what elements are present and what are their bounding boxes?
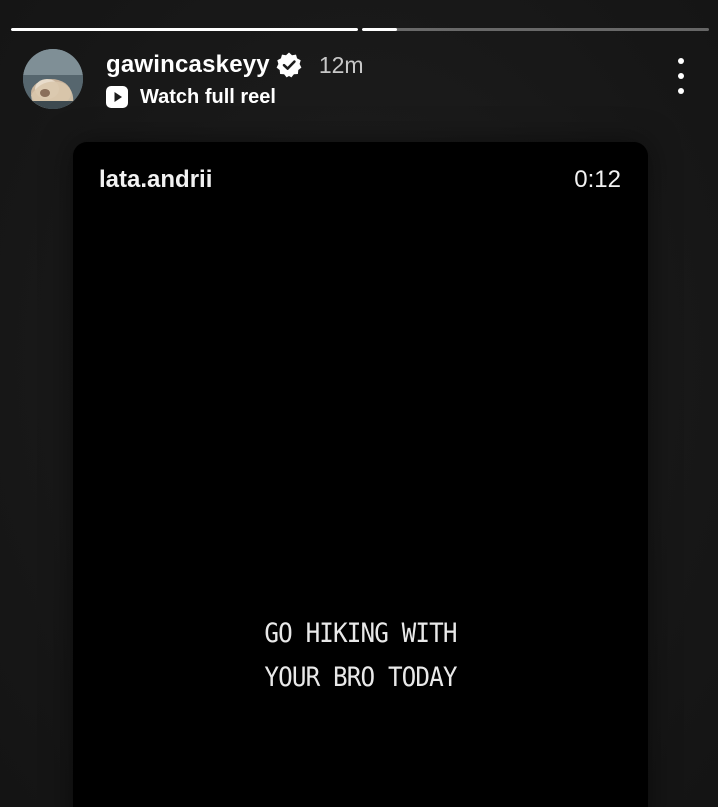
story-timestamp: 12m (318, 51, 364, 78)
more-vertical-icon (678, 58, 684, 64)
progress-fill-2 (362, 28, 397, 31)
more-dot (678, 73, 684, 79)
caption-line-2: YOUR BRO TODAY (264, 662, 457, 693)
more-options-button[interactable] (674, 58, 688, 94)
avatar[interactable] (23, 49, 83, 109)
progress-segment-1 (11, 28, 358, 31)
play-icon (106, 86, 128, 108)
caption-line-1: GO HIKING WITH (264, 618, 457, 649)
reel-duration: 0:12 (574, 166, 621, 193)
reel-caption: GO HIKING WITH YOUR BRO TODAY (102, 612, 620, 700)
story-header: gawincaskeyy 12m Watch full reel (23, 48, 698, 112)
watch-full-reel-label: Watch full reel (140, 85, 276, 108)
verified-badge-icon (276, 52, 302, 78)
progress-segment-2 (362, 28, 709, 31)
username-row: gawincaskeyy 12m (106, 50, 364, 80)
progress-fill-1 (11, 28, 358, 31)
reel-author: lata.andrii (99, 166, 213, 193)
reel-preview-card[interactable]: lata.andrii 0:12 GO HIKING WITH YOUR BRO… (73, 142, 648, 807)
avatar-photo (23, 49, 83, 109)
more-dot (678, 88, 684, 94)
username[interactable]: gawincaskeyy (106, 51, 270, 79)
story-viewer: gawincaskeyy 12m Watch full reel lata.an… (0, 0, 718, 807)
watch-full-reel-link[interactable]: Watch full reel (106, 84, 276, 110)
story-progress-bars (11, 28, 709, 32)
